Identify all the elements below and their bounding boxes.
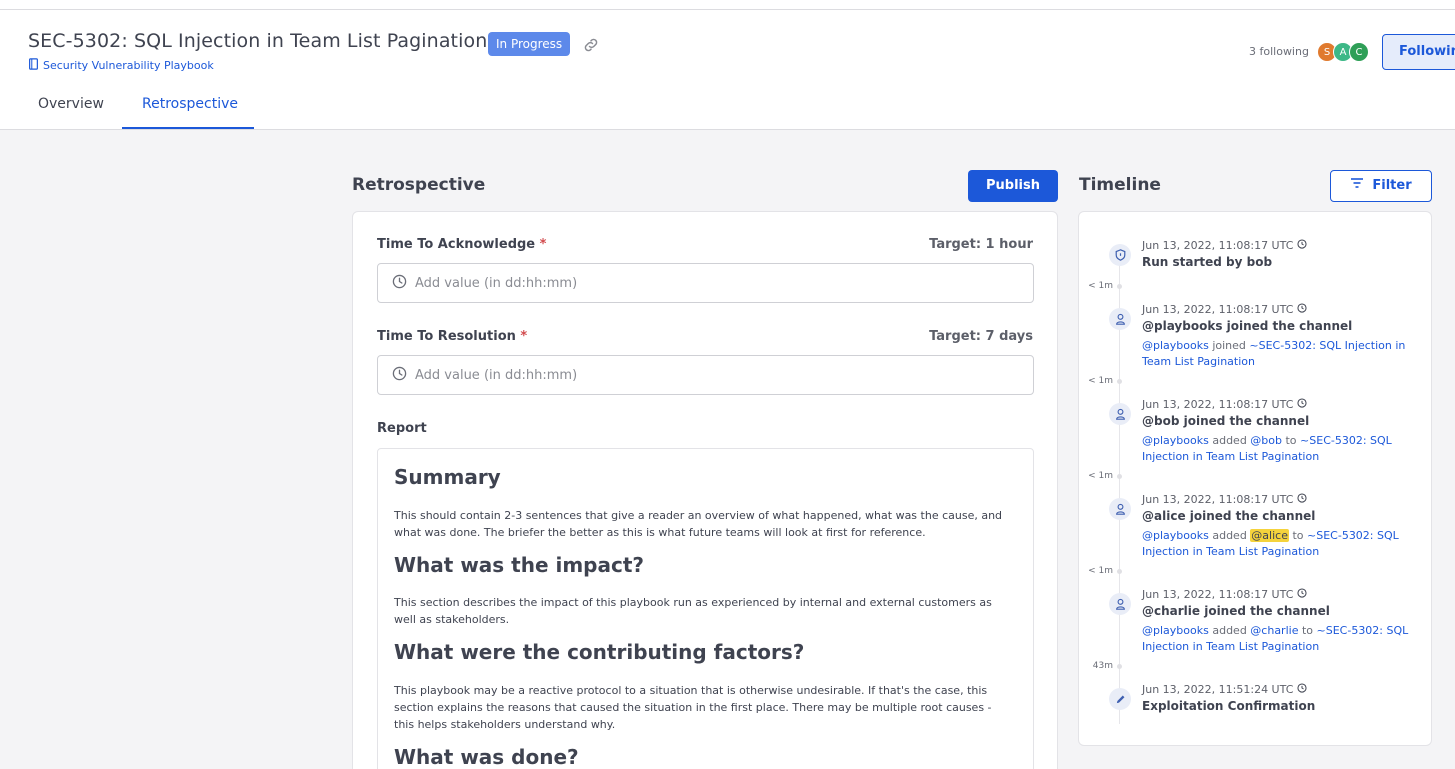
event-time: Jun 13, 2022, 11:08:17 UTC — [1142, 303, 1307, 316]
event-detail: @playbooks added @alice to ~SEC-5302: SQ… — [1142, 529, 1399, 558]
time-gap: < 1m — [1088, 566, 1113, 576]
clock-icon — [1297, 239, 1307, 252]
publish-button[interactable]: Publish — [968, 170, 1058, 202]
event-title: @playbooks joined the channel — [1142, 319, 1353, 333]
clock-icon — [1297, 398, 1307, 411]
user-mention[interactable]: @bob — [1250, 434, 1282, 447]
following-count: 3 following — [1249, 45, 1309, 58]
clock-icon — [1297, 683, 1307, 696]
status-badge: In Progress — [488, 32, 571, 56]
target-label: Target: 1 hour — [929, 237, 1033, 252]
event-title: @charlie joined the channel — [1142, 604, 1330, 618]
field-label: Time To Acknowledge * — [377, 237, 547, 252]
report-label: Report — [377, 421, 427, 436]
time-to-acknowledge-input[interactable]: Add value (in dd:hh:mm) — [377, 263, 1034, 303]
tab-retrospective[interactable]: Retrospective — [142, 96, 238, 112]
field-label: Time To Resolution * — [377, 329, 528, 344]
event-detail: @playbooks joined ~SEC-5302: SQL Injecti… — [1142, 339, 1406, 368]
user-mention[interactable]: @playbooks — [1142, 339, 1209, 352]
gap-dot — [1117, 474, 1122, 479]
report-editor[interactable]: Summary This should contain 2-3 sentence… — [377, 448, 1034, 769]
target-label: Target: 7 days — [929, 329, 1033, 344]
gap-dot — [1117, 284, 1122, 289]
user-mention[interactable]: @playbooks — [1142, 529, 1209, 542]
report-paragraph: This playbook may be a reactive protocol… — [394, 684, 992, 731]
clock-icon — [392, 366, 407, 385]
event-time: Jun 13, 2022, 11:08:17 UTC — [1142, 588, 1307, 601]
gap-dot — [1117, 664, 1122, 669]
clock-icon — [392, 274, 407, 293]
timeline-card: Jun 13, 2022, 11:08:17 UTC Run started b… — [1078, 211, 1432, 746]
report-heading: What were the contributing factors? — [394, 640, 805, 664]
active-tab-indicator — [122, 127, 254, 129]
event-time: Jun 13, 2022, 11:08:17 UTC — [1142, 398, 1307, 411]
user-icon — [1109, 593, 1131, 615]
event-time: Jun 13, 2022, 11:08:17 UTC — [1142, 493, 1307, 506]
report-heading: What was the impact? — [394, 553, 645, 577]
clock-icon — [1297, 493, 1307, 506]
tab-overview[interactable]: Overview — [38, 96, 104, 112]
time-gap: < 1m — [1088, 281, 1113, 291]
user-icon — [1109, 498, 1131, 520]
highlighted-mention[interactable]: @alice — [1250, 529, 1289, 542]
filter-button[interactable]: Filter — [1330, 170, 1432, 202]
clock-icon — [1297, 588, 1307, 601]
gap-dot — [1117, 569, 1122, 574]
report-paragraph: This should contain 2-3 sentences that g… — [394, 509, 1003, 539]
event-title: @bob joined the channel — [1142, 414, 1310, 428]
input-placeholder: Add value (in dd:hh:mm) — [415, 367, 578, 383]
user-icon — [1109, 308, 1131, 330]
filter-label: Filter — [1372, 178, 1412, 193]
event-title: Run started by bob — [1142, 255, 1273, 269]
event-title: Exploitation Confirmation — [1142, 699, 1316, 713]
event-time: Jun 13, 2022, 11:51:24 UTC — [1142, 683, 1307, 696]
input-placeholder: Add value (in dd:hh:mm) — [415, 275, 578, 291]
shield-icon — [1109, 244, 1131, 266]
avatar[interactable]: C — [1349, 42, 1369, 62]
run-header: SEC-5302: SQL Injection in Team List Pag… — [0, 10, 1455, 130]
filter-icon — [1350, 171, 1364, 201]
playbook-link[interactable]: Security Vulnerability Playbook — [28, 58, 214, 73]
report-heading: Summary — [394, 465, 501, 489]
event-title: @alice joined the channel — [1142, 509, 1316, 523]
playbook-link-label: Security Vulnerability Playbook — [43, 59, 214, 72]
time-gap: < 1m — [1088, 471, 1113, 481]
user-icon — [1109, 403, 1131, 425]
retrospective-title: Retrospective — [352, 175, 486, 195]
time-to-resolution-input[interactable]: Add value (in dd:hh:mm) — [377, 355, 1034, 395]
report-paragraph: This section describes the impact of thi… — [394, 596, 992, 626]
timeline-title: Timeline — [1079, 175, 1161, 195]
page-title: SEC-5302: SQL Injection in Team List Pag… — [28, 30, 488, 52]
event-detail: @playbooks added @bob to ~SEC-5302: SQL … — [1142, 434, 1392, 463]
event-time: Jun 13, 2022, 11:08:17 UTC — [1142, 239, 1307, 252]
clock-icon — [1297, 303, 1307, 316]
retrospective-card: Time To Acknowledge * Target: 1 hour Add… — [352, 211, 1058, 769]
gap-dot — [1117, 379, 1122, 384]
time-gap: < 1m — [1088, 376, 1113, 386]
top-bar — [0, 0, 1455, 10]
user-mention[interactable]: @playbooks — [1142, 624, 1209, 637]
event-detail: @playbooks added @charlie to ~SEC-5302: … — [1142, 624, 1409, 653]
pencil-icon — [1109, 688, 1131, 710]
report-heading: What was done? — [394, 745, 579, 769]
time-gap: 43m — [1092, 661, 1113, 671]
following-button[interactable]: Following — [1382, 34, 1455, 70]
user-mention[interactable]: @playbooks — [1142, 434, 1209, 447]
user-mention[interactable]: @charlie — [1250, 624, 1298, 637]
link-icon[interactable] — [582, 36, 600, 54]
book-icon — [28, 58, 39, 73]
